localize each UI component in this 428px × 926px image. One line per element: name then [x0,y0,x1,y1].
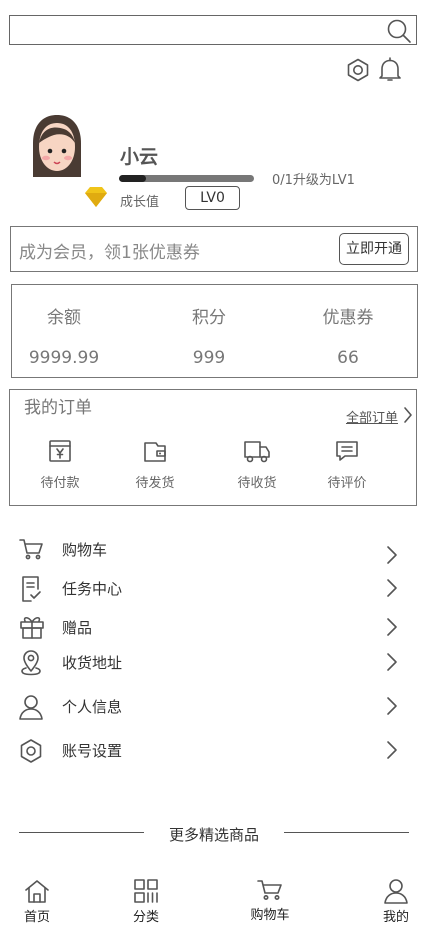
menu-item-cart[interactable]: 购物车 [0,532,428,566]
menu-item-task-center[interactable]: 任务中心 [0,571,428,605]
order-label: 待评价 [327,476,367,491]
wallet-icon [120,438,190,464]
chevron-right-icon [384,544,398,566]
chevron-right-icon [384,577,398,599]
level-badge: LV0 [185,186,240,210]
cart-icon [18,536,44,562]
divider-left [19,832,144,833]
location-icon [18,649,44,677]
username: 小云 [120,146,159,168]
activate-membership-button[interactable]: 立即开通 [339,233,409,265]
gift-icon [18,614,46,640]
comment-icon [312,438,382,464]
menu-label: 个人信息 [62,698,123,716]
stat-value: 66 [337,348,359,368]
account-stats: 余额 9999.99 积分 999 优惠券 66 [11,284,418,378]
menu-label: 账号设置 [62,742,123,760]
order-pending-review[interactable]: 待评价 [312,438,382,491]
user-icon [361,878,428,904]
stat-label: 优惠券 [322,308,374,328]
member-promo-text: 成为会员，领1张优惠券 [19,243,200,263]
avatar[interactable] [30,113,84,179]
orders-title: 我的订单 [24,398,92,418]
more-products-title: 更多精选商品 [168,826,259,844]
order-pending-shipment[interactable]: 待发货 [120,438,190,491]
truck-icon [222,438,292,464]
tab-cart[interactable]: 购物车 [235,878,305,923]
growth-label: 成长值 [120,195,160,210]
orders-section: 我的订单 全部订单 待付款 待发货 待收货 待评价 [9,389,417,506]
settings-hex-icon[interactable] [346,58,370,82]
menu-item-account-settings[interactable]: 账号设置 [0,733,428,767]
order-label: 待发货 [135,476,175,491]
stat-points[interactable]: 积分 999 [149,285,269,368]
bell-icon[interactable] [378,57,402,83]
menu-label: 任务中心 [62,580,123,598]
order-pending-receipt[interactable]: 待收货 [222,438,292,491]
divider-right [284,832,409,833]
growth-progress-bar [119,175,254,182]
order-label: 待收货 [237,476,277,491]
growth-progress-text: 0/1升级为LV1 [272,173,355,188]
chevron-right-icon [384,651,398,673]
stat-value: 999 [192,348,226,368]
search-bar [9,15,417,45]
settings-icon [18,737,44,765]
task-icon [18,575,44,603]
tab-home[interactable]: 首页 [2,878,72,925]
tab-label: 首页 [23,910,50,925]
cart-icon [235,878,305,902]
wallet-yen-icon [25,438,95,464]
menu-label: 赠品 [62,619,93,637]
menu-item-gifts[interactable]: 赠品 [0,610,428,644]
chevron-right-icon[interactable] [403,406,413,424]
all-orders-link[interactable]: 全部订单 [346,407,398,426]
tab-label: 我的 [382,910,409,925]
stat-value: 9999.99 [28,348,100,368]
tab-label: 分类 [132,910,159,925]
growth-progress-fill [119,175,146,182]
chevron-right-icon [384,739,398,761]
member-banner: 成为会员，领1张优惠券 立即开通 [10,226,418,272]
stat-coupons[interactable]: 优惠券 66 [288,285,408,368]
home-icon [2,878,72,904]
order-label: 待付款 [40,476,80,491]
stat-label: 积分 [192,308,226,328]
stat-balance[interactable]: 余额 9999.99 [4,285,124,368]
category-icon [111,878,181,904]
menu-item-personal-info[interactable]: 个人信息 [0,689,428,723]
search-icon[interactable] [386,18,412,44]
search-input[interactable] [14,18,378,44]
order-pending-payment[interactable]: 待付款 [25,438,95,491]
diamond-badge-icon [83,186,109,208]
menu-label: 购物车 [62,541,108,559]
tab-mine[interactable]: 我的 [361,878,428,925]
tab-label: 购物车 [250,908,290,923]
chevron-right-icon [384,616,398,638]
tab-category[interactable]: 分类 [111,878,181,925]
stat-label: 余额 [47,308,81,328]
menu-item-address[interactable]: 收货地址 [0,645,428,679]
chevron-right-icon [384,695,398,717]
menu-label: 收货地址 [62,654,123,672]
user-icon [18,693,44,721]
